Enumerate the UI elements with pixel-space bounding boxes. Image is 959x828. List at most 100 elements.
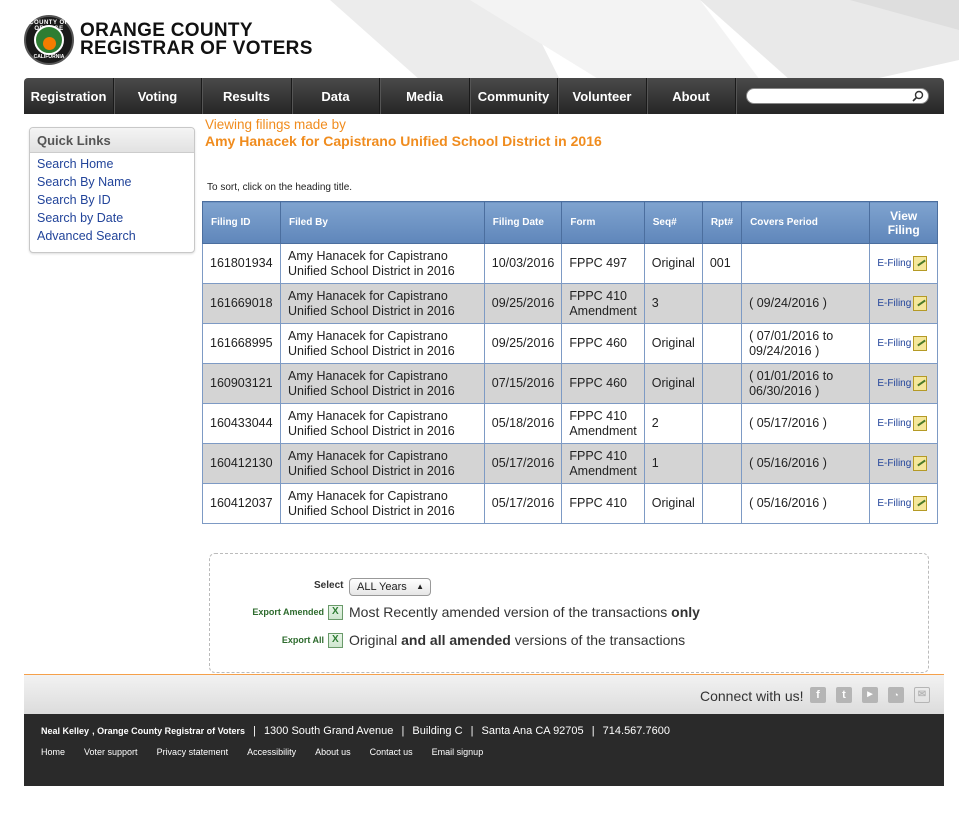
document-edit-icon[interactable] bbox=[913, 336, 928, 351]
cell-form-line1: FPPC 410 bbox=[569, 496, 628, 510]
email-icon[interactable]: ✉ bbox=[914, 687, 930, 703]
efiling-label: E-Filing bbox=[877, 378, 912, 389]
efiling-link[interactable]: E-Filing bbox=[877, 336, 930, 351]
county-seal-logo[interactable]: COUNTY OF ORANGE CALIFORNIA bbox=[24, 15, 74, 65]
sort-hint: To sort, click on the heading title. bbox=[207, 182, 353, 193]
cell-period-line1: ( 01/01/2016 to bbox=[749, 368, 834, 383]
nav-community[interactable]: Community bbox=[470, 78, 558, 114]
nav-registration[interactable]: Registration bbox=[24, 78, 114, 114]
nav-media[interactable]: Media bbox=[380, 78, 470, 114]
excel-icon[interactable] bbox=[328, 604, 343, 620]
cell-form: FPPC 460 bbox=[561, 363, 645, 404]
export-all-link[interactable]: Export All bbox=[210, 635, 324, 645]
cell-filed-by-line1: Amy Hanacek for Capistrano bbox=[287, 488, 448, 503]
chevron-updown-icon: ▲ bbox=[416, 582, 424, 591]
document-edit-icon[interactable] bbox=[913, 416, 928, 431]
col-covers-period[interactable]: Covers Period bbox=[741, 201, 871, 244]
quick-link-advanced-search[interactable]: Advanced Search bbox=[37, 227, 194, 245]
efiling-label: E-Filing bbox=[877, 458, 912, 469]
document-edit-icon[interactable] bbox=[913, 456, 928, 471]
year-select[interactable]: ALL Years ▲ bbox=[349, 578, 431, 596]
efiling-link[interactable]: E-Filing bbox=[877, 296, 930, 311]
export-amended-link[interactable]: Export Amended bbox=[210, 607, 324, 617]
efiling-link[interactable]: E-Filing bbox=[877, 496, 930, 511]
excel-icon[interactable] bbox=[328, 632, 343, 648]
efiling-link[interactable]: E-Filing bbox=[877, 416, 930, 431]
cell-filing-id: 160903121 bbox=[202, 363, 281, 404]
quick-link-search-home[interactable]: Search Home bbox=[37, 155, 194, 173]
cell-seq: 1 bbox=[643, 443, 703, 484]
document-edit-icon[interactable] bbox=[913, 296, 928, 311]
table-row: 161669018 Amy Hanacek for Capistrano Unifi… bbox=[202, 283, 938, 324]
cell-covers-period: ( 05/16/2016 ) bbox=[741, 443, 871, 484]
cell-seq: 2 bbox=[643, 403, 703, 444]
rss-icon[interactable]: ◔ bbox=[888, 687, 904, 703]
site-title[interactable]: ORANGE COUNTY REGISTRAR OF VOTERS bbox=[80, 21, 313, 58]
cell-view-filing: E-Filing bbox=[869, 483, 938, 524]
cell-rpt bbox=[701, 283, 743, 324]
nav-data[interactable]: Data bbox=[292, 78, 380, 114]
document-edit-icon[interactable] bbox=[913, 376, 928, 391]
nav-voting[interactable]: Voting bbox=[114, 78, 202, 114]
nav-about[interactable]: About bbox=[647, 78, 736, 114]
export-all-description: Original and all amended versions of the… bbox=[349, 632, 685, 648]
cell-rpt bbox=[701, 483, 743, 524]
quick-link-search-by-date[interactable]: Search by Date bbox=[37, 209, 194, 227]
col-filing-date[interactable]: Filing Date bbox=[483, 201, 563, 244]
year-select-value: ALL Years bbox=[357, 581, 407, 593]
export-amended-desc-text: Most Recently amended version of the tra… bbox=[349, 604, 668, 620]
document-edit-icon[interactable] bbox=[913, 256, 928, 271]
facebook-icon[interactable]: f bbox=[810, 687, 826, 703]
export-all-desc-pre: Original bbox=[349, 632, 398, 648]
search-input[interactable] bbox=[746, 88, 929, 104]
cell-filed-by: Amy Hanacek for Capistrano Unified School… bbox=[279, 363, 485, 404]
cell-covers-period bbox=[741, 243, 871, 284]
cell-covers-period: ( 09/24/2016 ) bbox=[741, 283, 871, 324]
efiling-label: E-Filing bbox=[877, 258, 912, 269]
cell-period-line1: ( 09/24/2016 ) bbox=[749, 296, 827, 310]
col-seq[interactable]: Seq# bbox=[643, 201, 703, 244]
cell-period-line1: ( 05/16/2016 ) bbox=[749, 496, 827, 510]
footer-link-home[interactable]: Home bbox=[41, 747, 65, 757]
cell-period-line1: ( 05/16/2016 ) bbox=[749, 456, 827, 470]
footer-name: Neal Kelley bbox=[41, 726, 90, 736]
footer-link-about[interactable]: About us bbox=[315, 747, 351, 757]
cell-form: FPPC 460 bbox=[561, 323, 645, 364]
table-header-row: Filing ID Filed By Filing Date Form Seq#… bbox=[202, 201, 938, 244]
col-filing-id[interactable]: Filing ID bbox=[202, 201, 281, 244]
col-filed-by[interactable]: Filed By bbox=[279, 201, 485, 244]
efiling-link[interactable]: E-Filing bbox=[877, 256, 930, 271]
nav-results[interactable]: Results bbox=[202, 78, 292, 114]
twitter-icon[interactable]: t bbox=[836, 687, 852, 703]
footer-link-email-signup[interactable]: Email signup bbox=[432, 747, 484, 757]
search-icon[interactable] bbox=[912, 90, 924, 102]
footer-separator: | bbox=[401, 725, 405, 737]
quick-link-search-by-name[interactable]: Search By Name bbox=[37, 173, 194, 191]
footer-link-accessibility[interactable]: Accessibility bbox=[247, 747, 296, 757]
quick-link-search-by-id[interactable]: Search By ID bbox=[37, 191, 194, 209]
footer-link-voter-support[interactable]: Voter support bbox=[84, 747, 138, 757]
footer-building: Building C bbox=[412, 725, 463, 737]
cell-form-line1: FPPC 460 bbox=[569, 336, 628, 350]
youtube-icon[interactable]: ▶ bbox=[862, 687, 878, 703]
efiling-link[interactable]: E-Filing bbox=[877, 456, 930, 471]
connect-label: Connect with us! bbox=[700, 688, 804, 704]
cell-filing-date: 10/03/2016 bbox=[483, 243, 563, 284]
cell-filed-by-line1: Amy Hanacek for Capistrano bbox=[287, 408, 448, 423]
export-all-row: Export All Original and all amended vers… bbox=[210, 632, 685, 648]
cell-filing-id: 161669018 bbox=[202, 283, 281, 324]
cell-period-line1: ( 05/17/2016 ) bbox=[749, 416, 827, 430]
document-edit-icon[interactable] bbox=[913, 496, 928, 511]
footer-link-contact[interactable]: Contact us bbox=[370, 747, 413, 757]
export-amended-desc-bold: only bbox=[671, 604, 700, 620]
col-rpt[interactable]: Rpt# bbox=[701, 201, 743, 244]
footer-link-privacy[interactable]: Privacy statement bbox=[157, 747, 229, 757]
cell-form-line1: FPPC 460 bbox=[569, 376, 628, 390]
cell-form-line2: Amendment bbox=[569, 423, 637, 438]
efiling-link[interactable]: E-Filing bbox=[877, 376, 930, 391]
cell-filing-id: 160412130 bbox=[202, 443, 281, 484]
cell-form-line1: FPPC 497 bbox=[569, 256, 628, 270]
nav-volunteer[interactable]: Volunteer bbox=[558, 78, 647, 114]
col-form[interactable]: Form bbox=[561, 201, 645, 244]
cell-filing-date: 05/18/2016 bbox=[483, 403, 563, 444]
